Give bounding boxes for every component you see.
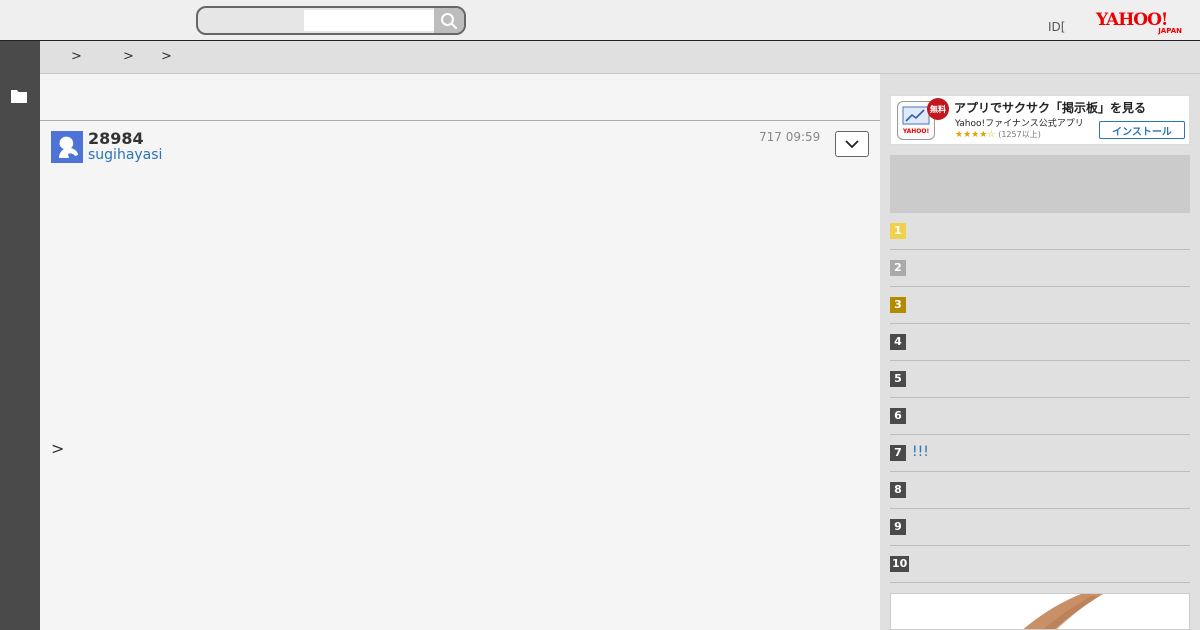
breadcrumb-separator: > xyxy=(123,49,134,64)
main-content: 28984 sugihayasi 717 09:59 > xyxy=(40,74,880,630)
user-silhouette-icon xyxy=(59,136,78,158)
ranking-item[interactable]: 1 xyxy=(890,213,1190,250)
top-header: ID[ YAHOO! JAPAN xyxy=(0,0,1200,41)
breadcrumb-separator: > xyxy=(161,49,172,64)
app-promo-banner[interactable]: YAHOO! 無料 アプリでサクサク「掲示板」を見る Yahoo!ファイナンス公… xyxy=(890,95,1190,145)
search-input[interactable] xyxy=(304,10,434,31)
thread-header-area xyxy=(40,74,880,121)
app-banner-subtitle: Yahoo!ファイナンス公式アプリ xyxy=(955,119,1084,129)
rank-number-badge: 1 xyxy=(890,223,906,239)
rank-number-badge: 2 xyxy=(890,260,906,276)
login-id-text[interactable]: ID[ xyxy=(1048,20,1065,34)
breadcrumb: > > > xyxy=(40,41,1200,74)
install-button[interactable]: インストール xyxy=(1099,121,1185,139)
ad-image[interactable] xyxy=(890,593,1190,630)
ad-photo xyxy=(891,594,1189,629)
ranking-item[interactable]: 4 xyxy=(890,324,1190,361)
rank-number-badge: 3 xyxy=(890,297,906,313)
search-icon xyxy=(441,12,458,29)
ranking-item[interactable]: 8 xyxy=(890,472,1190,509)
ranking-item[interactable]: 6 xyxy=(890,398,1190,435)
ranking-item[interactable]: 9 xyxy=(890,509,1190,546)
rank-number-badge: 6 xyxy=(890,408,906,424)
ranking-list: 1 2 3 4 5 6 7 !!! 8 9 10 xyxy=(890,213,1190,583)
post-number: 28984 xyxy=(88,129,144,148)
breadcrumb-separator: > xyxy=(71,49,82,64)
folder-icon[interactable] xyxy=(11,89,27,103)
ranking-item[interactable]: 2 xyxy=(890,250,1190,287)
post-username-link[interactable]: sugihayasi xyxy=(88,147,162,163)
logo-sub-text: JAPAN xyxy=(1158,27,1182,35)
ranking-item-title[interactable]: !!! xyxy=(912,444,929,460)
app-banner-title: アプリでサクサク「掲示板」を見る xyxy=(954,101,1147,115)
rank-number-badge: 7 xyxy=(890,445,906,461)
rating-stars-icon: ★★★★☆ xyxy=(955,130,996,140)
ranking-item[interactable]: 10 xyxy=(890,546,1190,583)
post-menu-button[interactable] xyxy=(835,131,869,157)
svg-text:YAHOO!: YAHOO! xyxy=(902,128,929,135)
chevron-down-icon xyxy=(845,139,859,148)
rank-number-badge: 10 xyxy=(890,556,910,572)
ranking-header xyxy=(890,155,1190,213)
app-rating: ★★★★☆ (1257以上) xyxy=(955,129,1041,140)
search-box xyxy=(196,6,466,35)
logo-text: YAHOO! xyxy=(1096,10,1168,30)
free-badge: 無料 xyxy=(927,98,949,120)
left-sidebar xyxy=(0,41,40,630)
ranking-item[interactable]: 7 !!! xyxy=(890,435,1190,472)
post-timestamp: 717 09:59 xyxy=(759,130,821,144)
rank-number-badge: 8 xyxy=(890,482,906,498)
avatar[interactable] xyxy=(51,131,83,163)
yahoo-logo[interactable]: YAHOO! JAPAN xyxy=(1096,10,1186,36)
rank-number-badge: 4 xyxy=(890,334,906,350)
ranking-item[interactable]: 3 xyxy=(890,287,1190,324)
right-sidebar: YAHOO! 無料 アプリでサクサク「掲示板」を見る Yahoo!ファイナンス公… xyxy=(880,74,1200,630)
search-button[interactable] xyxy=(434,8,464,33)
rank-number-badge: 5 xyxy=(890,371,906,387)
ranking-item[interactable]: 5 xyxy=(890,361,1190,398)
quote-marker: > xyxy=(51,439,65,458)
rank-number-badge: 9 xyxy=(890,519,906,535)
review-count: (1257以上) xyxy=(998,130,1041,139)
